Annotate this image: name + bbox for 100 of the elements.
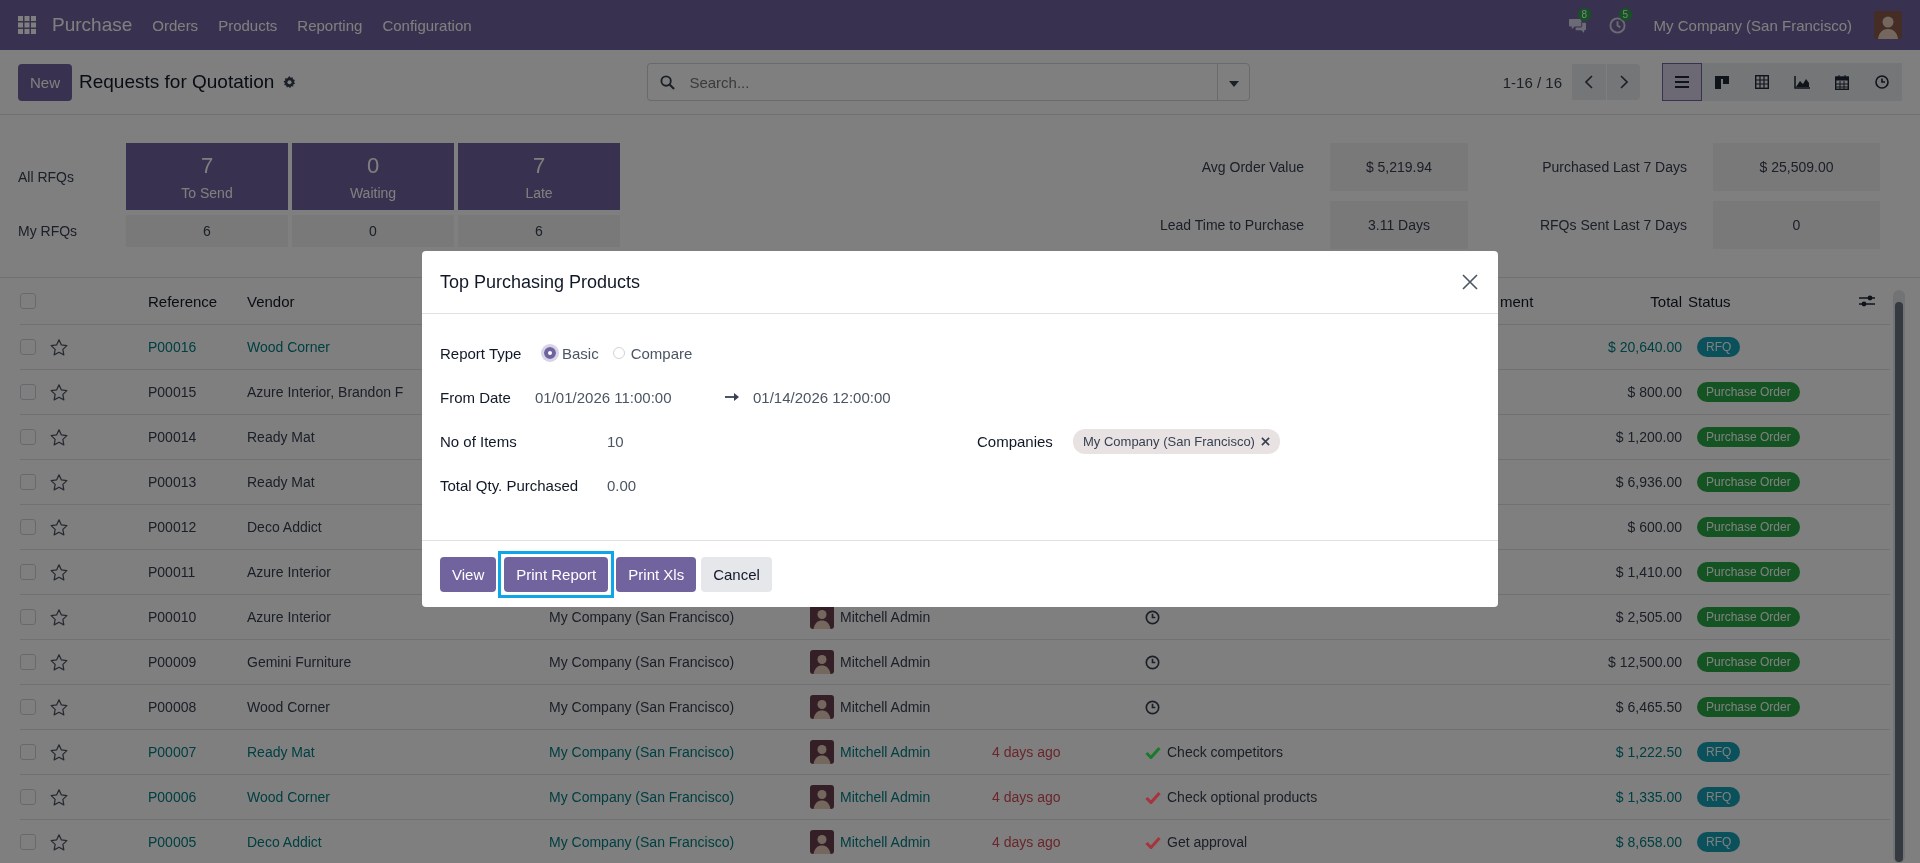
table-cell: P00013 [148,474,197,490]
view-switch-button[interactable] [1662,63,1702,101]
table-cell: Deco Addict [247,834,322,850]
table-cell: Azure Interior [247,609,332,625]
star-icon[interactable] [50,833,68,851]
stat-tile[interactable]: 7 To Send [126,143,288,210]
row-checkbox[interactable] [20,339,36,355]
kpi-value: $ 5,219.94 [1330,143,1468,191]
dialog-button[interactable]: Cancel [701,556,772,592]
chevron-right-icon [1619,75,1628,89]
row-checkbox[interactable] [20,564,36,580]
column-header[interactable]: Total [1650,292,1682,310]
date-field[interactable]: 01/14/2026 12:00:00 [753,388,891,406]
menu-item[interactable]: Products [218,16,278,34]
previous-page-button[interactable] [1572,64,1606,100]
avatar [810,785,834,809]
remove-icon[interactable] [1260,436,1270,446]
menu-item[interactable]: Orders [152,16,199,34]
table-cell: 4 days ago [992,789,1061,805]
stat-value[interactable]: 6 [458,215,620,247]
table-cell: My Company (San Francisco) [549,654,735,670]
row-checkbox[interactable] [20,834,36,850]
field-label: Report Type [440,344,523,362]
date-field[interactable]: 01/01/2026 11:00:00 [535,388,725,406]
search-field[interactable]: Search... [647,63,1218,101]
table-cell: P00008 [148,699,197,715]
dialog-button[interactable]: Print Report [504,556,609,592]
star-icon[interactable] [50,653,68,671]
table-cell: Check optional products [1167,789,1318,805]
menu-item[interactable]: Reporting [297,16,363,34]
search-input[interactable]: Search... [687,72,1206,92]
clock-icon[interactable] [1145,609,1160,625]
row-checkbox[interactable] [20,609,36,625]
star-icon[interactable] [50,518,68,536]
star-icon[interactable] [50,743,68,761]
row-checkbox[interactable] [20,654,36,670]
company-tag[interactable]: My Company (San Francisco) [1073,428,1280,454]
stat-value[interactable]: 0 [292,215,454,247]
avatar [810,740,834,764]
readonly-value: 0.00 [607,476,637,494]
stat-tile[interactable]: 7 Late [458,143,620,210]
column-header[interactable]: Reference [148,292,218,310]
row-checkbox[interactable] [20,699,36,715]
kpi-value: $ 25,509.00 [1713,143,1880,191]
star-icon[interactable] [50,563,68,581]
sliders-icon[interactable] [1859,294,1875,308]
star-icon[interactable] [50,383,68,401]
number-field[interactable]: 10 [607,432,624,450]
dialog-button[interactable]: View [440,556,497,592]
new-button[interactable]: New [18,63,72,101]
stat-tile[interactable]: 0 Waiting [292,143,454,210]
settings-icon[interactable] [283,75,297,89]
dialog-button[interactable]: Print Xls [616,556,697,592]
check-icon[interactable] [1145,790,1161,804]
radio-option[interactable]: Basic [544,344,599,362]
status-badge: Purchase Order [1697,562,1800,582]
table-cell: Get approval [1167,834,1248,850]
close-button[interactable] [1460,272,1480,292]
kpi-label: Avg Order Value [1200,159,1304,175]
kpi-value: 3.11 Days [1330,201,1468,249]
clock-icon[interactable] [1145,699,1160,715]
next-page-button[interactable] [1606,64,1640,100]
chat-icon[interactable] [1567,16,1587,34]
table-cell: Mitchell Admin [840,699,931,715]
select-all-checkbox[interactable] [20,293,36,309]
star-icon[interactable] [50,338,68,356]
row-checkbox[interactable] [20,384,36,400]
user-avatar[interactable] [1874,11,1902,39]
company-switcher[interactable]: My Company (San Francisco) [1653,16,1852,34]
star-icon[interactable] [50,608,68,626]
check-icon[interactable] [1145,835,1161,849]
column-header[interactable]: Vendor [247,292,295,310]
check-icon[interactable] [1145,745,1161,759]
row-checkbox[interactable] [20,474,36,490]
apps-menu-icon[interactable] [18,16,36,34]
caret-icon [1228,80,1239,87]
table-cell: P00016 [148,339,197,355]
radio-option[interactable]: Compare [612,344,693,362]
table-cell: Mitchell Admin [840,789,931,805]
table-cell: Wood Corner [247,699,330,715]
menu-item[interactable]: Configuration [382,16,472,34]
column-header[interactable]: ment [1500,292,1534,310]
star-icon[interactable] [50,428,68,446]
table-cell: My Company (San Francisco) [549,744,735,760]
clock-icon[interactable] [1145,654,1160,670]
app-name-link[interactable]: Purchase [52,14,133,36]
row-checkbox[interactable] [20,744,36,760]
row-checkbox[interactable] [20,519,36,535]
star-icon[interactable] [50,473,68,491]
search-options-button[interactable] [1217,63,1251,101]
column-header[interactable]: Status [1688,292,1731,310]
table-cell: $ 20,640.00 [1608,339,1682,355]
star-icon[interactable] [50,698,68,716]
row-checkbox[interactable] [20,429,36,445]
count-badge: 5 [1618,7,1633,21]
row-checkbox[interactable] [20,789,36,805]
star-icon[interactable] [50,788,68,806]
stat-value[interactable]: 6 [126,215,288,247]
status-badge: RFQ [1697,832,1741,852]
scrollbar[interactable] [1893,290,1905,863]
